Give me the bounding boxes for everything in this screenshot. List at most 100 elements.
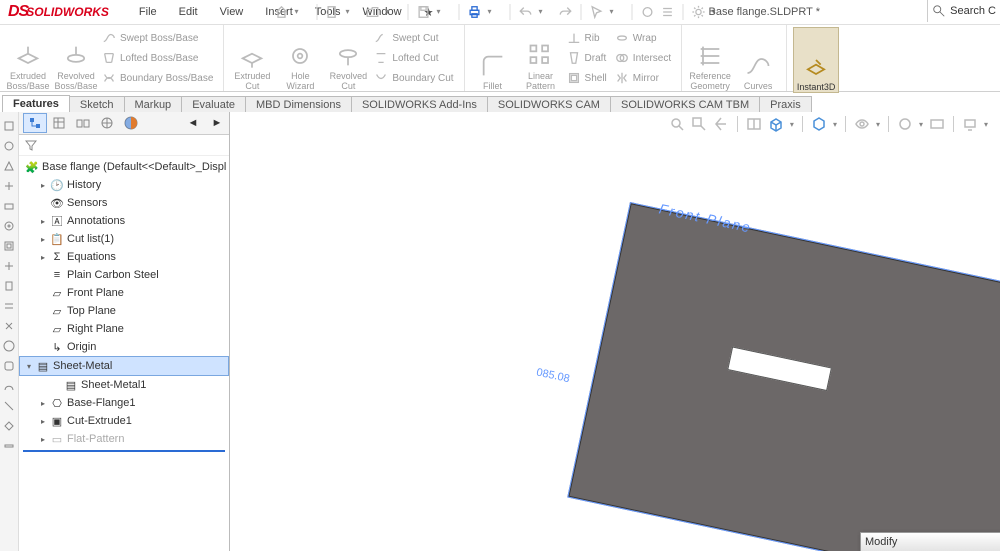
expand-icon[interactable]: ▸ bbox=[39, 235, 47, 243]
menu-view[interactable]: View bbox=[210, 4, 254, 21]
zoom-fit-icon[interactable] bbox=[669, 116, 685, 132]
zoom-area-icon[interactable] bbox=[691, 116, 707, 132]
settings-gear-icon[interactable] bbox=[692, 5, 706, 19]
tree-root[interactable]: 🧩 Base flange (Default<<Default>_Displ bbox=[19, 158, 229, 176]
select-dropdown[interactable] bbox=[610, 5, 624, 19]
home-icon[interactable] bbox=[275, 5, 289, 19]
view-orientation-icon[interactable] bbox=[768, 116, 784, 132]
tab-mbd-dimensions[interactable]: MBD Dimensions bbox=[245, 96, 352, 113]
redo-icon[interactable] bbox=[559, 5, 573, 19]
rebuild-icon[interactable] bbox=[641, 5, 655, 19]
boundary-boss-button[interactable]: Boundary Boss/Base bbox=[102, 69, 217, 87]
new-dropdown[interactable] bbox=[346, 5, 360, 19]
fm-tab-appearance-icon[interactable] bbox=[119, 113, 143, 133]
extruded-boss-button[interactable]: Extruded Boss/Base bbox=[6, 27, 50, 91]
feature-tree-filter[interactable] bbox=[19, 135, 229, 156]
strip-icon[interactable] bbox=[3, 400, 15, 412]
display-style-dropdown[interactable] bbox=[833, 118, 837, 130]
modify-dialog[interactable]: Modify ✔ ✖ 8 ±1 ↕ ⟲ 1.45mm ▲▼ bbox=[860, 532, 1000, 551]
wrap-button[interactable]: Wrap bbox=[615, 29, 675, 47]
fillet-button[interactable]: Fillet bbox=[471, 27, 515, 91]
tab-praxis[interactable]: Praxis bbox=[759, 96, 812, 113]
new-icon[interactable] bbox=[326, 5, 340, 19]
tree-item-annotations[interactable]: ▸🄰Annotations bbox=[19, 212, 229, 230]
tab-sketch[interactable]: Sketch bbox=[69, 96, 125, 113]
tree-item-base-flange1[interactable]: ▸⎔Base-Flange1 bbox=[19, 394, 229, 412]
view-settings-dropdown[interactable] bbox=[984, 118, 988, 130]
tree-item-equations[interactable]: ▸ΣEquations bbox=[19, 248, 229, 266]
mirror-button[interactable]: Mirror bbox=[615, 69, 675, 87]
strip-icon[interactable] bbox=[3, 240, 15, 252]
tree-item-sensors[interactable]: 👁Sensors bbox=[19, 194, 229, 212]
strip-icon[interactable] bbox=[3, 120, 15, 132]
strip-icon[interactable] bbox=[3, 320, 15, 332]
hide-show-icon[interactable] bbox=[854, 116, 870, 132]
tree-item-front-plane[interactable]: ▱Front Plane bbox=[19, 284, 229, 302]
menu-file[interactable]: File bbox=[129, 4, 167, 21]
expand-icon[interactable]: ▸ bbox=[39, 435, 47, 443]
strip-icon[interactable] bbox=[3, 360, 15, 372]
swept-cut-button[interactable]: Swept Cut bbox=[374, 29, 457, 47]
rib-button[interactable]: Rib bbox=[567, 29, 611, 47]
hole-wizard-button[interactable]: Hole Wizard bbox=[278, 27, 322, 91]
modify-dialog-title[interactable]: Modify bbox=[861, 533, 1000, 551]
revolved-cut-button[interactable]: Revolved Cut bbox=[326, 27, 370, 91]
tree-item-sheet-metal[interactable]: ▾▤Sheet-Metal bbox=[19, 356, 229, 376]
revolved-boss-button[interactable]: Revolved Boss/Base bbox=[54, 27, 98, 91]
strip-icon[interactable] bbox=[3, 300, 15, 312]
home-dropdown[interactable] bbox=[295, 5, 309, 19]
lofted-cut-button[interactable]: Lofted Cut bbox=[374, 49, 457, 67]
fm-tab-tree-icon[interactable] bbox=[23, 113, 47, 133]
graphics-area[interactable]: Front Plane 085.08 Modify ✔ ✖ 8 ±1 ↕ ⟲ 1… bbox=[230, 112, 1000, 551]
view-orient-dropdown[interactable] bbox=[790, 118, 794, 130]
print-icon[interactable] bbox=[468, 5, 482, 19]
linear-pattern-button[interactable]: Linear Pattern bbox=[519, 27, 563, 91]
fm-tab-dim-icon[interactable] bbox=[95, 113, 119, 133]
edit-appearance-icon[interactable] bbox=[897, 116, 913, 132]
tree-item-top-plane[interactable]: ▱Top Plane bbox=[19, 302, 229, 320]
strip-icon[interactable] bbox=[3, 380, 15, 392]
strip-icon[interactable] bbox=[3, 140, 15, 152]
expand-icon[interactable]: ▸ bbox=[39, 217, 47, 225]
fm-tab-property-icon[interactable] bbox=[47, 113, 71, 133]
apply-scene-icon[interactable] bbox=[929, 116, 945, 132]
lofted-boss-button[interactable]: Lofted Boss/Base bbox=[102, 49, 217, 67]
undo-dropdown[interactable] bbox=[539, 5, 553, 19]
strip-icon[interactable] bbox=[3, 160, 15, 172]
appearance-dropdown[interactable] bbox=[919, 118, 923, 130]
tab-solidworks-cam-tbm[interactable]: SOLIDWORKS CAM TBM bbox=[610, 96, 760, 113]
hide-show-dropdown[interactable] bbox=[876, 118, 880, 130]
reference-geometry-button[interactable]: Reference Geometry bbox=[688, 27, 732, 91]
tree-item-history[interactable]: ▸🕑History bbox=[19, 176, 229, 194]
strip-icon[interactable] bbox=[3, 180, 15, 192]
tab-solidworks-cam[interactable]: SOLIDWORKS CAM bbox=[487, 96, 611, 113]
previous-view-icon[interactable] bbox=[713, 116, 729, 132]
tree-item-flat-pattern[interactable]: ▸▭Flat-Pattern bbox=[19, 430, 229, 448]
tab-evaluate[interactable]: Evaluate bbox=[181, 96, 246, 113]
undo-icon[interactable] bbox=[519, 5, 533, 19]
intersect-button[interactable]: Intersect bbox=[615, 49, 675, 67]
fm-tab-nav-left-icon[interactable]: ◄ bbox=[181, 113, 205, 133]
open-icon[interactable] bbox=[366, 5, 380, 19]
open-dropdown[interactable] bbox=[386, 5, 400, 19]
strip-icon[interactable] bbox=[3, 280, 15, 292]
search-box[interactable]: Search C bbox=[927, 0, 1000, 22]
expand-icon[interactable]: ▸ bbox=[39, 181, 47, 189]
model-view[interactable]: Front Plane 085.08 bbox=[568, 202, 1000, 551]
options-list-icon[interactable] bbox=[661, 5, 675, 19]
expand-icon[interactable]: ▸ bbox=[39, 417, 47, 425]
expand-icon[interactable]: ▾ bbox=[25, 362, 33, 370]
tree-item-origin[interactable]: ↳Origin bbox=[19, 338, 229, 356]
expand-icon[interactable]: ▸ bbox=[39, 253, 47, 261]
tree-item-cut-extrude1[interactable]: ▸▣Cut-Extrude1 bbox=[19, 412, 229, 430]
save-icon[interactable] bbox=[417, 5, 431, 19]
feature-tree[interactable]: 🧩 Base flange (Default<<Default>_Displ ▸… bbox=[19, 156, 229, 551]
tab-features[interactable]: Features bbox=[2, 95, 70, 113]
tree-item-cutlist[interactable]: ▸📋Cut list(1) bbox=[19, 230, 229, 248]
print-dropdown[interactable] bbox=[488, 5, 502, 19]
strip-icon[interactable] bbox=[3, 340, 15, 352]
curves-button[interactable]: Curves bbox=[736, 27, 780, 91]
tree-item-material[interactable]: ≡Plain Carbon Steel bbox=[19, 266, 229, 284]
boundary-cut-button[interactable]: Boundary Cut bbox=[374, 69, 457, 87]
strip-icon[interactable] bbox=[3, 260, 15, 272]
